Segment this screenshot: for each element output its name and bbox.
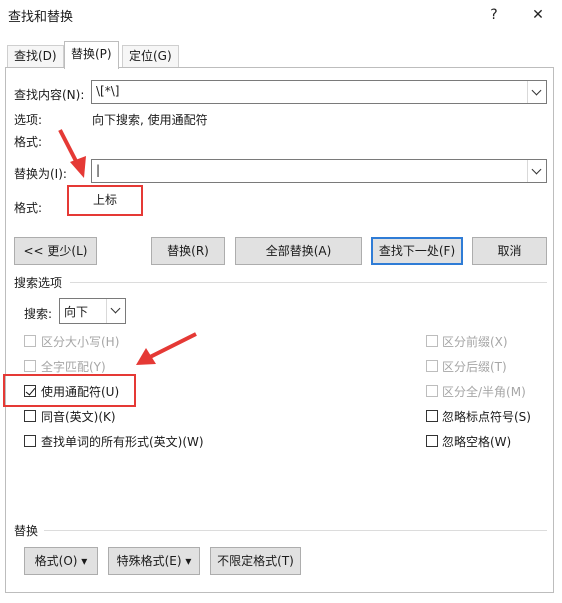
match-suffix-checkbox[interactable] [426, 360, 438, 372]
find-format-label: 格式: [14, 135, 43, 149]
replace-dropdown-button[interactable] [527, 160, 546, 182]
find-label: 查找内容(N): [14, 88, 85, 102]
divider [44, 530, 547, 531]
search-options-title: 搜索选项 [14, 276, 63, 290]
replace-format-value: 上标 [93, 193, 118, 207]
format-button[interactable]: 格式(O) ▾ [24, 547, 98, 575]
checkmark-icon [25, 385, 36, 396]
tab-replace[interactable]: 替换(P) [64, 41, 119, 69]
chevron-down-icon [531, 85, 542, 96]
whole-word-checkbox[interactable] [24, 360, 36, 372]
match-case-label: 区分大小写(H) [41, 335, 120, 349]
ignore-whitespace-label: 忽略空格(W) [442, 435, 512, 449]
match-case-checkbox[interactable] [24, 335, 36, 347]
find-dropdown-button[interactable] [527, 81, 546, 103]
options-label: 选项: [14, 113, 43, 127]
replace-format-label: 格式: [14, 201, 43, 215]
match-suffix-label: 区分后缀(T) [442, 360, 507, 374]
search-direction-select[interactable]: 向下 [59, 298, 126, 324]
all-word-forms-label: 查找单词的所有形式(英文)(W) [41, 435, 204, 449]
ignore-punctuation-checkbox[interactable] [426, 410, 438, 422]
match-prefix-label: 区分前缀(X) [442, 335, 508, 349]
use-wildcards-checkbox[interactable] [24, 385, 36, 397]
match-width-checkbox[interactable] [426, 385, 438, 397]
cancel-button[interactable]: 取消 [472, 237, 547, 265]
all-word-forms-checkbox[interactable] [24, 435, 36, 447]
replace-all-button[interactable]: 全部替换(A) [235, 237, 362, 265]
search-direction-label: 搜索: [24, 307, 53, 321]
chevron-down-icon [531, 164, 542, 175]
replace-input[interactable]: | [91, 159, 547, 183]
window-title: 查找和替换 [8, 10, 74, 25]
divider [70, 282, 547, 283]
tab-find[interactable]: 查找(D) [7, 45, 64, 67]
sounds-like-checkbox[interactable] [24, 410, 36, 422]
search-direction-value: 向下 [64, 305, 89, 319]
special-format-button[interactable]: 特殊格式(E) ▾ [108, 547, 200, 575]
close-button[interactable]: ✕ [526, 4, 550, 26]
no-formatting-button[interactable]: 不限定格式(T) [210, 547, 301, 575]
whole-word-label: 全字匹配(Y) [41, 360, 106, 374]
match-prefix-checkbox[interactable] [426, 335, 438, 347]
less-button[interactable]: << 更少(L) [14, 237, 97, 265]
replace-button[interactable]: 替换(R) [151, 237, 225, 265]
replace-value: | [96, 163, 101, 177]
search-direction-dropdown[interactable] [106, 299, 125, 323]
use-wildcards-label: 使用通配符(U) [41, 385, 120, 399]
tab-panel [5, 67, 554, 593]
replace-label: 替换为(I): [14, 167, 67, 181]
find-input[interactable]: \[*\] [91, 80, 547, 104]
ignore-whitespace-checkbox[interactable] [426, 435, 438, 447]
options-value: 向下搜索, 使用通配符 [92, 113, 208, 127]
help-button[interactable]: ? [482, 4, 506, 26]
tab-goto[interactable]: 定位(G) [122, 45, 179, 67]
find-next-button[interactable]: 查找下一处(F) [371, 237, 463, 265]
find-value: \[*\] [96, 84, 120, 98]
ignore-punctuation-label: 忽略标点符号(S) [442, 410, 531, 424]
sounds-like-label: 同音(英文)(K) [41, 410, 116, 424]
match-width-label: 区分全/半角(M) [442, 385, 526, 399]
chevron-down-icon [110, 303, 121, 314]
replace-section-title: 替换 [14, 524, 39, 538]
